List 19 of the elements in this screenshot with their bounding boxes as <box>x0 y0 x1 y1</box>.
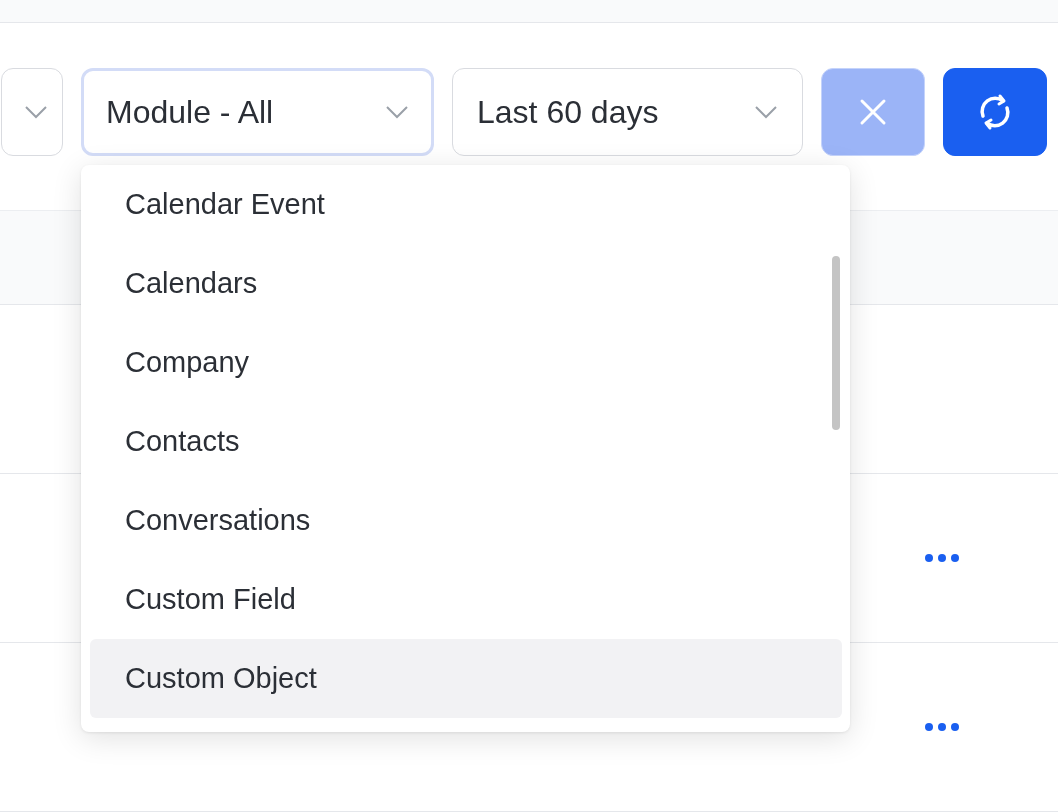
menu-option[interactable]: Calendar Event <box>90 165 842 244</box>
select-value: Last 60 days <box>477 93 659 131</box>
chevron-down-icon <box>24 105 48 119</box>
more-icon[interactable] <box>924 722 960 732</box>
chevron-down-icon <box>385 105 409 119</box>
menu-option[interactable]: Conversations <box>90 481 842 560</box>
menu-option[interactable]: Custom Field <box>90 560 842 639</box>
menu-option[interactable]: Calendars <box>90 244 842 323</box>
more-icon[interactable] <box>924 553 960 563</box>
menu-option[interactable]: Custom Object <box>90 639 842 718</box>
scrollbar[interactable] <box>832 256 840 430</box>
close-icon <box>859 98 887 126</box>
menu-option[interactable]: Contacts <box>90 402 842 481</box>
select-value: Module - All <box>106 93 274 131</box>
chevron-down-icon <box>754 105 778 119</box>
menu-option[interactable]: Company <box>90 323 842 402</box>
refresh-button[interactable] <box>943 68 1047 156</box>
filter-select[interactable]: Module - All <box>81 68 434 156</box>
filter-select[interactable]: Last 60 days <box>452 68 803 156</box>
